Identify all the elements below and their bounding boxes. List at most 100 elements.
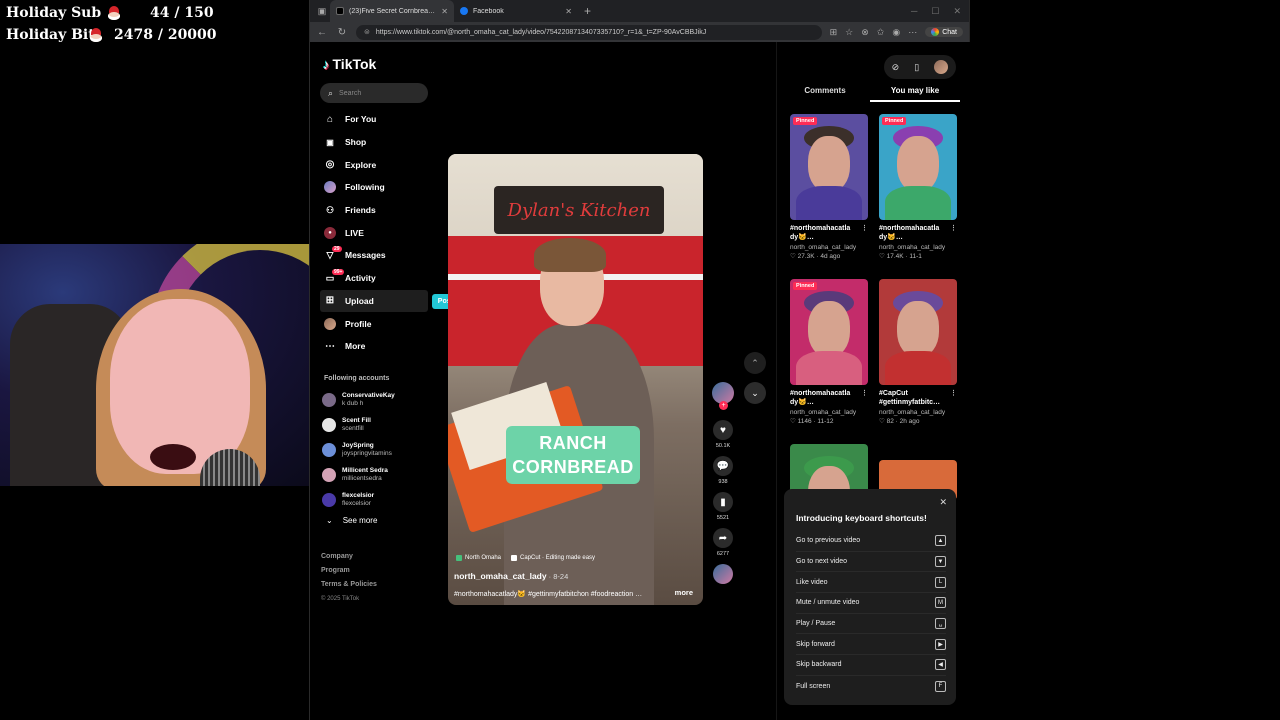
- profile-icon[interactable]: ◉: [892, 27, 900, 38]
- video-card-title: #northomahacatla dy🐱…: [790, 389, 868, 407]
- pinned-badge: Pinned: [793, 117, 818, 125]
- video-thumbnail: [879, 279, 957, 385]
- sidebar-item-shop[interactable]: ▣ Shop: [320, 131, 428, 154]
- site-info-icon[interactable]: ⊜: [364, 28, 370, 36]
- share-icon: ➦: [713, 528, 733, 548]
- copyright: © 2025 TikTok: [321, 596, 360, 602]
- maximize-icon[interactable]: ☐: [931, 6, 939, 17]
- video-author[interactable]: north_omaha_cat_lady · 8-24: [454, 571, 568, 581]
- refresh-icon[interactable]: ↻: [336, 27, 348, 38]
- nav-label: For You: [345, 114, 377, 125]
- tab-title: (23)Five Secret Cornbread Recipe: [349, 7, 437, 15]
- video-card-author: north_omaha_cat_lady: [879, 409, 946, 416]
- sidebar-item-activity[interactable]: ▭ 99+ Activity: [320, 267, 428, 290]
- tab-you-may-like[interactable]: You may like: [870, 84, 960, 102]
- sound-disc[interactable]: [710, 564, 736, 584]
- comment-button[interactable]: 💬 938: [710, 456, 736, 485]
- video-card[interactable]: #CapCut #gettinmyfatbitc… north_omaha_ca…: [879, 279, 957, 425]
- sidebar-item-profile[interactable]: Profile: [320, 312, 428, 335]
- sidebar-item-more[interactable]: ⋯ More: [320, 335, 428, 358]
- tab-tiktok[interactable]: (23)Five Secret Cornbread Recipe ✕: [330, 0, 454, 22]
- video-card-title: #northomahacatla dy🐱…: [790, 224, 868, 242]
- webcam-feed: [0, 244, 314, 486]
- close-icon[interactable]: ✕: [939, 497, 947, 508]
- video-card-author: north_omaha_cat_lady: [879, 244, 946, 251]
- video-card[interactable]: Pinned #northomahacatla dy🐱… north_omaha…: [790, 279, 868, 425]
- previous-video-button[interactable]: ⌃: [744, 352, 766, 374]
- video-player[interactable]: Dylan's Kitchen RANCH CORNBREAD North Om…: [448, 154, 703, 605]
- video-navigation: ⌃ ⌄: [744, 352, 766, 412]
- stream-goal-counters: Holiday Sub 44 / 150 Holiday Bit 2478 / …: [6, 2, 217, 46]
- sidebar-item-for-you[interactable]: ⌂ For You: [320, 108, 428, 131]
- sidebar-item-following[interactable]: Following: [320, 176, 428, 199]
- video-card[interactable]: Pinned #northomahacatla dy🐱… north_omaha…: [879, 114, 957, 260]
- favorites-icon[interactable]: ✩: [877, 27, 885, 38]
- tab-actions-icon[interactable]: ▣: [314, 4, 330, 18]
- new-tab-icon[interactable]: +: [584, 4, 591, 18]
- avatar: [322, 418, 336, 433]
- sidebar-item-friends[interactable]: ⚇ Friends: [320, 199, 428, 222]
- creator-avatar[interactable]: +: [712, 382, 734, 410]
- following-account[interactable]: flexcelsior flexcelsior: [322, 487, 432, 512]
- more-description-button[interactable]: more: [675, 588, 693, 597]
- location-tag[interactable]: North Omaha: [456, 555, 501, 561]
- upload-icon: ⊞: [325, 295, 335, 307]
- search-input[interactable]: ⌕ Search: [320, 83, 428, 103]
- minimize-icon[interactable]: ─: [911, 6, 917, 17]
- sidebar-item-upload[interactable]: ⊞ Upload: [320, 289, 428, 313]
- following-avatar-icon: [324, 181, 336, 194]
- save-button[interactable]: ▮ 5521: [710, 492, 736, 521]
- sidebar-item-live[interactable]: ● LIVE: [320, 221, 428, 244]
- app-icon[interactable]: ⊞: [830, 27, 838, 38]
- sidebar-item-messages[interactable]: ▽ 29 Messages: [320, 244, 428, 267]
- save-count: 5521: [716, 515, 730, 521]
- close-window-icon[interactable]: ✕: [953, 6, 961, 17]
- chevron-down-icon: ⌄: [326, 516, 333, 525]
- video-thumbnail: Pinned: [790, 279, 868, 385]
- device-icon[interactable]: ▯: [914, 62, 919, 73]
- following-account[interactable]: Scent Fill scentfill: [322, 413, 432, 438]
- follow-plus-icon[interactable]: +: [719, 401, 728, 410]
- following-account[interactable]: Millicent Sedra millicentsedra: [322, 462, 432, 487]
- video-card[interactable]: Pinned #northomahacatla dy🐱… north_omaha…: [790, 114, 868, 260]
- arrow-left-key-icon: ◀: [935, 659, 946, 671]
- heart-icon: ♥: [713, 420, 733, 440]
- shortcut-label: Mute / unmute video: [796, 599, 860, 607]
- l-key-icon: L: [935, 576, 946, 588]
- arrow-down-key-icon: ▼: [935, 556, 946, 568]
- nav-label: Upload: [345, 295, 374, 306]
- next-video-button[interactable]: ⌄: [744, 382, 766, 404]
- shortcut-row: Mute / unmute video M: [796, 593, 946, 614]
- avatar: [322, 467, 336, 482]
- tiktok-logo[interactable]: ♪ TikTok: [323, 56, 376, 72]
- tab-comments[interactable]: Comments: [780, 84, 870, 102]
- like-button[interactable]: ♥ 50.1K: [710, 420, 736, 449]
- terms-link[interactable]: Terms & Policies: [321, 578, 377, 592]
- user-avatar[interactable]: [934, 60, 949, 74]
- capcut-tag[interactable]: CapCut · Editing made easy: [511, 555, 595, 561]
- see-more-label: See more: [342, 516, 378, 525]
- extension-icon[interactable]: ⊗: [861, 27, 869, 38]
- close-tab-icon[interactable]: ✕: [441, 7, 448, 16]
- profile-avatar-icon: [324, 317, 336, 330]
- copilot-chat-button[interactable]: Chat: [925, 27, 963, 37]
- close-tab-icon[interactable]: ✕: [565, 7, 572, 16]
- account-handle: scentfill: [342, 425, 364, 433]
- company-link[interactable]: Company: [321, 550, 377, 564]
- favorite-star-icon[interactable]: ☆: [845, 27, 853, 38]
- location-text: North Omaha: [465, 555, 502, 561]
- menu-icon[interactable]: ⋯: [908, 27, 917, 38]
- sidebar-item-explore[interactable]: ◎ Explore: [320, 153, 428, 176]
- following-account[interactable]: JoySpring joyspringvitamins: [322, 438, 432, 463]
- program-link[interactable]: Program: [321, 564, 377, 578]
- url-field[interactable]: ⊜ https://www.tiktok.com/@north_omaha_ca…: [356, 24, 822, 40]
- sidebar-nav: ⌂ For You ▣ Shop ◎ Explore Following ⚇ F…: [320, 108, 428, 358]
- shortcuts-title: Introducing keyboard shortcuts!: [796, 513, 927, 523]
- holiday-sub-label: Holiday Sub: [6, 5, 102, 21]
- see-more-button[interactable]: ⌄ See more: [326, 516, 377, 525]
- back-icon[interactable]: ←: [316, 27, 328, 38]
- coin-icon[interactable]: ⊘: [892, 62, 900, 73]
- following-account[interactable]: ConservativeKay k dub h: [322, 388, 432, 413]
- tab-facebook[interactable]: Facebook ✕: [454, 0, 578, 22]
- share-button[interactable]: ➦ 6277: [710, 528, 736, 557]
